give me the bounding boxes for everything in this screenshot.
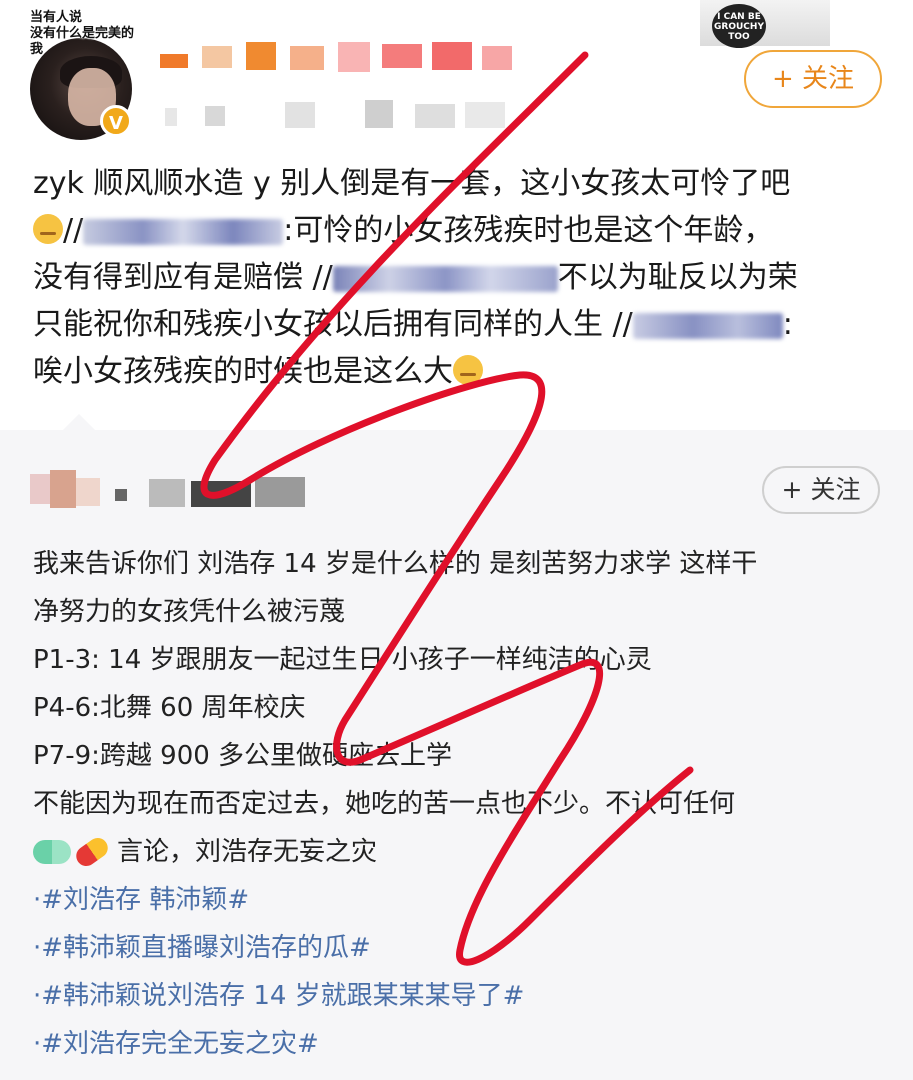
- topic-link[interactable]: ·#刘浩存完全无妄之灾#: [33, 1020, 893, 1068]
- topic-link[interactable]: ·#韩沛颖直播曝刘浩存的瓜#: [33, 924, 893, 972]
- redacted-username[interactable]: [632, 312, 783, 339]
- post-line: zyk 顺风顺水造 y 别人倒是有一套，这小女孩太可怜了吧: [33, 166, 791, 201]
- repost-line: P1-3: 14 岁跟朋友一起过生日 小孩子一样纯洁的心灵: [33, 645, 652, 675]
- post-meta-pixelated: [165, 100, 515, 130]
- follow-button[interactable]: + 关注: [762, 466, 880, 514]
- redacted-username[interactable]: [83, 218, 284, 245]
- repost-username-pixelated[interactable]: [115, 475, 315, 509]
- redacted-username[interactable]: [332, 265, 558, 292]
- avatar-caption-line2: 没有什么是完美的: [30, 26, 135, 41]
- post-line: //:可怜的小女孩残疾时也是这个年龄，: [33, 207, 873, 254]
- verified-v-icon: V: [100, 105, 132, 137]
- repost-pointer: [62, 414, 96, 431]
- dizzy-emoji-icon: [453, 355, 483, 385]
- post-body: zyk 顺风顺水造 y 别人倒是有一套，这小女孩太可怜了吧 //:可怜的小女孩残…: [33, 160, 873, 395]
- pill-icon: [33, 840, 71, 864]
- repost-line: 我来告诉你们 刘浩存 14 岁是什么样的 是刻苦努力求学 这样干: [33, 549, 758, 579]
- weibo-post-card: I CAN BE GROUCHY TOO 当有人说 没有什么是完美的 我 V +…: [0, 0, 913, 430]
- capsule-icon: [72, 834, 112, 870]
- repost-avatar-pixelated[interactable]: [30, 470, 110, 510]
- username-pixelated[interactable]: [160, 42, 520, 72]
- repost-line: P4-6:北舞 60 周年校庆: [33, 693, 306, 723]
- repost-body: 我来告诉你们 刘浩存 14 岁是什么样的 是刻苦努力求学 这样干 净努力的女孩凭…: [33, 540, 893, 1068]
- unamused-emoji-icon: [33, 214, 63, 244]
- avatar-caption: 当有人说 没有什么是完美的 我: [30, 10, 160, 58]
- repost-line: P7-9:跨越 900 多公里做硬座去上学: [33, 741, 453, 771]
- avatar-caption-line1: 当有人说: [30, 10, 83, 25]
- post-line: 没有得到应有是赔偿 //不以为耻反以为荣: [33, 260, 798, 295]
- repost-line: 不能因为现在而否定过去，她吃的苦一点也不少。不认可任何: [33, 789, 736, 819]
- post-line: 唉小女孩残疾的时候也是这么大: [33, 348, 873, 395]
- follow-button[interactable]: + 关注: [744, 50, 882, 108]
- repost-line: 言论，刘浩存无妄之灾: [33, 828, 893, 876]
- topic-link[interactable]: ·#韩沛颖说刘浩存 14 岁就跟某某某导了#: [33, 972, 893, 1020]
- avatar-caption-line3: 我: [30, 42, 44, 57]
- post-line: 只能祝你和残疾小女孩以后拥有同样的人生 //:: [33, 307, 793, 342]
- grouchy-sticker: I CAN BE GROUCHY TOO: [712, 4, 766, 48]
- repost-line: 净努力的女孩凭什么被污蔑: [33, 597, 346, 627]
- topic-link[interactable]: ·#刘浩存 韩沛颖#: [33, 876, 893, 924]
